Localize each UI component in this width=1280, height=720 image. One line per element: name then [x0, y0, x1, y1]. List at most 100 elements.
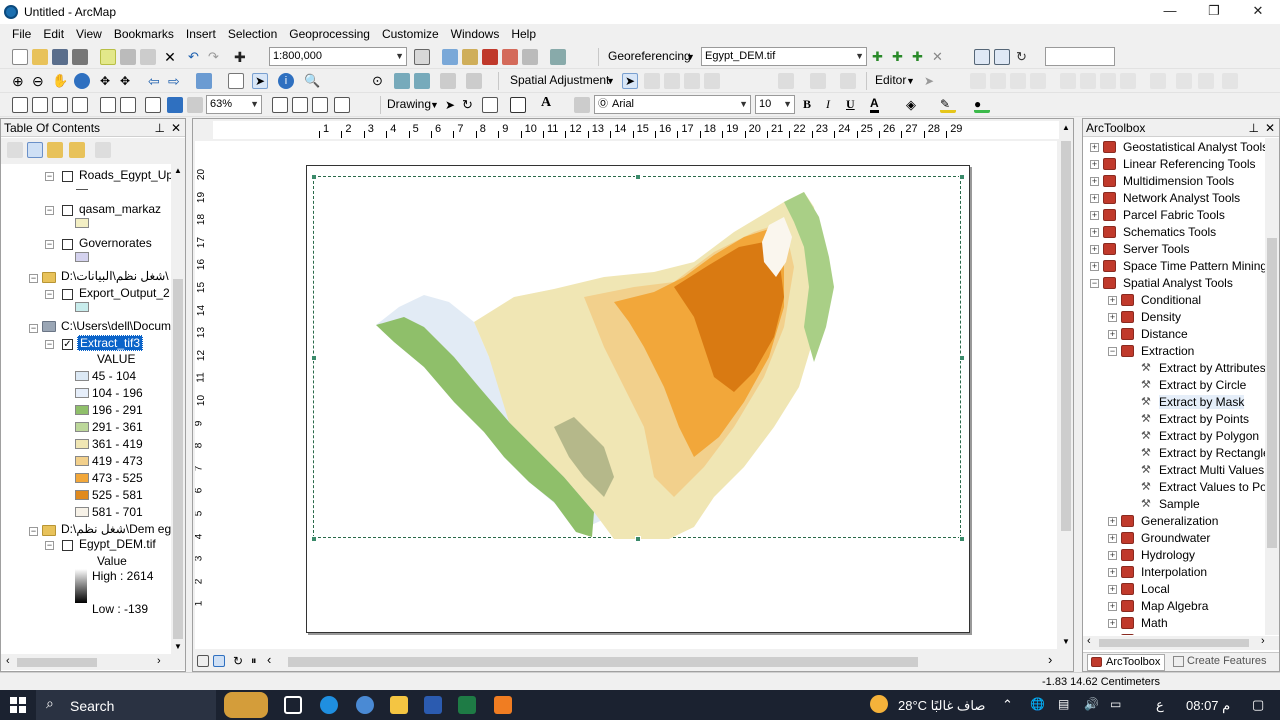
- menu-geoprocessing[interactable]: Geoprocessing: [289, 27, 370, 41]
- full-extent-icon[interactable]: [74, 73, 90, 89]
- add-data-icon[interactable]: ✚: [234, 49, 250, 65]
- word-icon[interactable]: [424, 696, 442, 714]
- select-link-icon[interactable]: ✚: [912, 49, 928, 65]
- trace-icon[interactable]: [1010, 73, 1026, 89]
- scroll-down-icon[interactable]: ▼: [1062, 637, 1070, 646]
- collapse-icon[interactable]: −: [45, 240, 54, 249]
- layout-view-icon[interactable]: [213, 655, 225, 667]
- expand-icon[interactable]: −: [1090, 279, 1099, 288]
- text-tool-icon[interactable]: A: [541, 95, 551, 111]
- arctoolbox-icon[interactable]: [482, 49, 498, 65]
- close-button[interactable]: ✕: [1236, 0, 1280, 24]
- toolbox-item[interactable]: Spatial Analyst Tools: [1123, 276, 1233, 290]
- selection-handle[interactable]: [635, 536, 641, 542]
- show-hidden-icons[interactable]: ⌃: [1002, 697, 1013, 713]
- layer-qasam-markaz[interactable]: qasam_markaz: [79, 202, 161, 216]
- menu-help[interactable]: Help: [511, 27, 536, 41]
- zoom-in-icon[interactable]: ⊕: [12, 73, 28, 89]
- marker-color-icon[interactable]: ●: [974, 97, 990, 113]
- media-player-icon[interactable]: [494, 696, 512, 714]
- list-by-source-icon[interactable]: [27, 142, 43, 158]
- python-icon[interactable]: [502, 49, 518, 65]
- list-by-drawing-order-icon[interactable]: [7, 142, 23, 158]
- layout-horizontal-scroll-thumb[interactable]: [288, 657, 918, 667]
- zoom-whole-page-icon[interactable]: [72, 97, 88, 113]
- taskbar-search-box[interactable]: ⌕ Search: [36, 690, 216, 720]
- tool-item[interactable]: Extract Values to Poi: [1159, 480, 1265, 494]
- link-table-icon[interactable]: [994, 49, 1010, 65]
- collapse-icon[interactable]: −: [45, 290, 54, 299]
- tool-item[interactable]: Extract by Attributes: [1159, 361, 1265, 375]
- fixed-zoom-in-icon[interactable]: ✥: [100, 73, 116, 89]
- menu-customize[interactable]: Customize: [382, 27, 439, 41]
- layer-checkbox[interactable]: [62, 289, 73, 300]
- toolset-item[interactable]: Interpolation: [1141, 565, 1207, 579]
- scroll-left-icon[interactable]: ‹: [1087, 635, 1091, 647]
- options-icon[interactable]: [95, 142, 111, 158]
- collapse-icon[interactable]: −: [45, 172, 54, 181]
- delete-icon[interactable]: ✕: [162, 49, 178, 65]
- volume-icon[interactable]: 🔊: [1084, 697, 1099, 711]
- source-folder-2[interactable]: C:\Users\dell\Docume: [61, 319, 171, 333]
- data-view-icon[interactable]: [197, 655, 209, 667]
- expand-icon[interactable]: +: [1108, 619, 1117, 628]
- table-of-contents-icon[interactable]: [442, 49, 458, 65]
- close-icon[interactable]: ✕: [1265, 119, 1275, 137]
- georef-layer-combo[interactable]: Egypt_DEM.tif ▼: [701, 47, 867, 66]
- layer-extract-tif3[interactable]: Extract_tif3: [77, 335, 144, 351]
- file-explorer-icon[interactable]: [390, 696, 408, 714]
- view-link-table-icon[interactable]: [974, 49, 990, 65]
- reshape-icon[interactable]: [1080, 73, 1096, 89]
- scroll-right-icon[interactable]: ›: [157, 655, 161, 667]
- layer-governorates[interactable]: Governorates: [79, 236, 152, 250]
- toolset-item[interactable]: Density: [1141, 310, 1181, 324]
- tool-item[interactable]: Extract by Circle: [1159, 378, 1246, 392]
- search-window-icon[interactable]: [522, 49, 538, 65]
- change-layout-icon[interactable]: [312, 97, 328, 113]
- toolbox-item[interactable]: Schematics Tools: [1123, 225, 1216, 239]
- print-icon[interactable]: [72, 49, 88, 65]
- save-icon[interactable]: [52, 49, 68, 65]
- attributes-icon[interactable]: [1176, 73, 1192, 89]
- expand-icon[interactable]: +: [1108, 585, 1117, 594]
- go-forward-extent-icon[interactable]: [187, 97, 203, 113]
- toolbox-item[interactable]: Network Analyst Tools: [1123, 191, 1240, 205]
- layer-checkbox[interactable]: [62, 171, 73, 182]
- expand-icon[interactable]: +: [1090, 160, 1099, 169]
- toolset-item[interactable]: Conditional: [1141, 293, 1201, 307]
- expand-icon[interactable]: +: [1108, 602, 1117, 611]
- tool-item[interactable]: Extract by Polygon: [1159, 429, 1259, 443]
- toolbox-item[interactable]: Server Tools: [1123, 242, 1189, 256]
- menu-windows[interactable]: Windows: [451, 27, 500, 41]
- toolset-item[interactable]: Multivariate: [1141, 633, 1202, 635]
- scroll-thumb[interactable]: [1061, 141, 1071, 531]
- pin-icon[interactable]: ⊥: [1249, 119, 1259, 137]
- select-features-icon[interactable]: [196, 73, 212, 89]
- data-frame[interactable]: [311, 174, 965, 542]
- scroll-right-icon[interactable]: ›: [1261, 635, 1265, 647]
- menu-file[interactable]: File: [12, 27, 31, 41]
- layout-vertical-scrollbar[interactable]: ▲ ▼: [1059, 121, 1073, 649]
- sketch-properties-icon[interactable]: [1198, 73, 1214, 89]
- scroll-down-icon[interactable]: ▼: [174, 642, 182, 651]
- html-popup-icon[interactable]: [466, 73, 482, 89]
- rotation-input[interactable]: [1045, 47, 1115, 66]
- expand-icon[interactable]: +: [1108, 568, 1117, 577]
- layout-zoom-combo[interactable]: 63% ▼: [206, 95, 262, 114]
- expand-icon[interactable]: +: [1090, 211, 1099, 220]
- point-icon[interactable]: [1030, 73, 1046, 89]
- modify-link-icon[interactable]: [664, 73, 680, 89]
- close-icon[interactable]: ✕: [171, 119, 181, 137]
- new-displacement-link-icon[interactable]: [644, 73, 660, 89]
- pin-icon[interactable]: ⊥: [155, 119, 165, 137]
- layout-canvas[interactable]: [213, 141, 1057, 649]
- fixed-zoom-out-layout-icon[interactable]: [120, 97, 136, 113]
- font-color-button[interactable]: A: [870, 97, 879, 113]
- editor-toolbar-icon[interactable]: [414, 49, 430, 65]
- selection-handle[interactable]: [959, 174, 965, 180]
- selection-handle[interactable]: [959, 355, 965, 361]
- toolset-item[interactable]: Map Algebra: [1141, 599, 1208, 613]
- cut-polygon-icon[interactable]: [1100, 73, 1116, 89]
- paste-icon[interactable]: [140, 49, 156, 65]
- catalog-icon[interactable]: [462, 49, 478, 65]
